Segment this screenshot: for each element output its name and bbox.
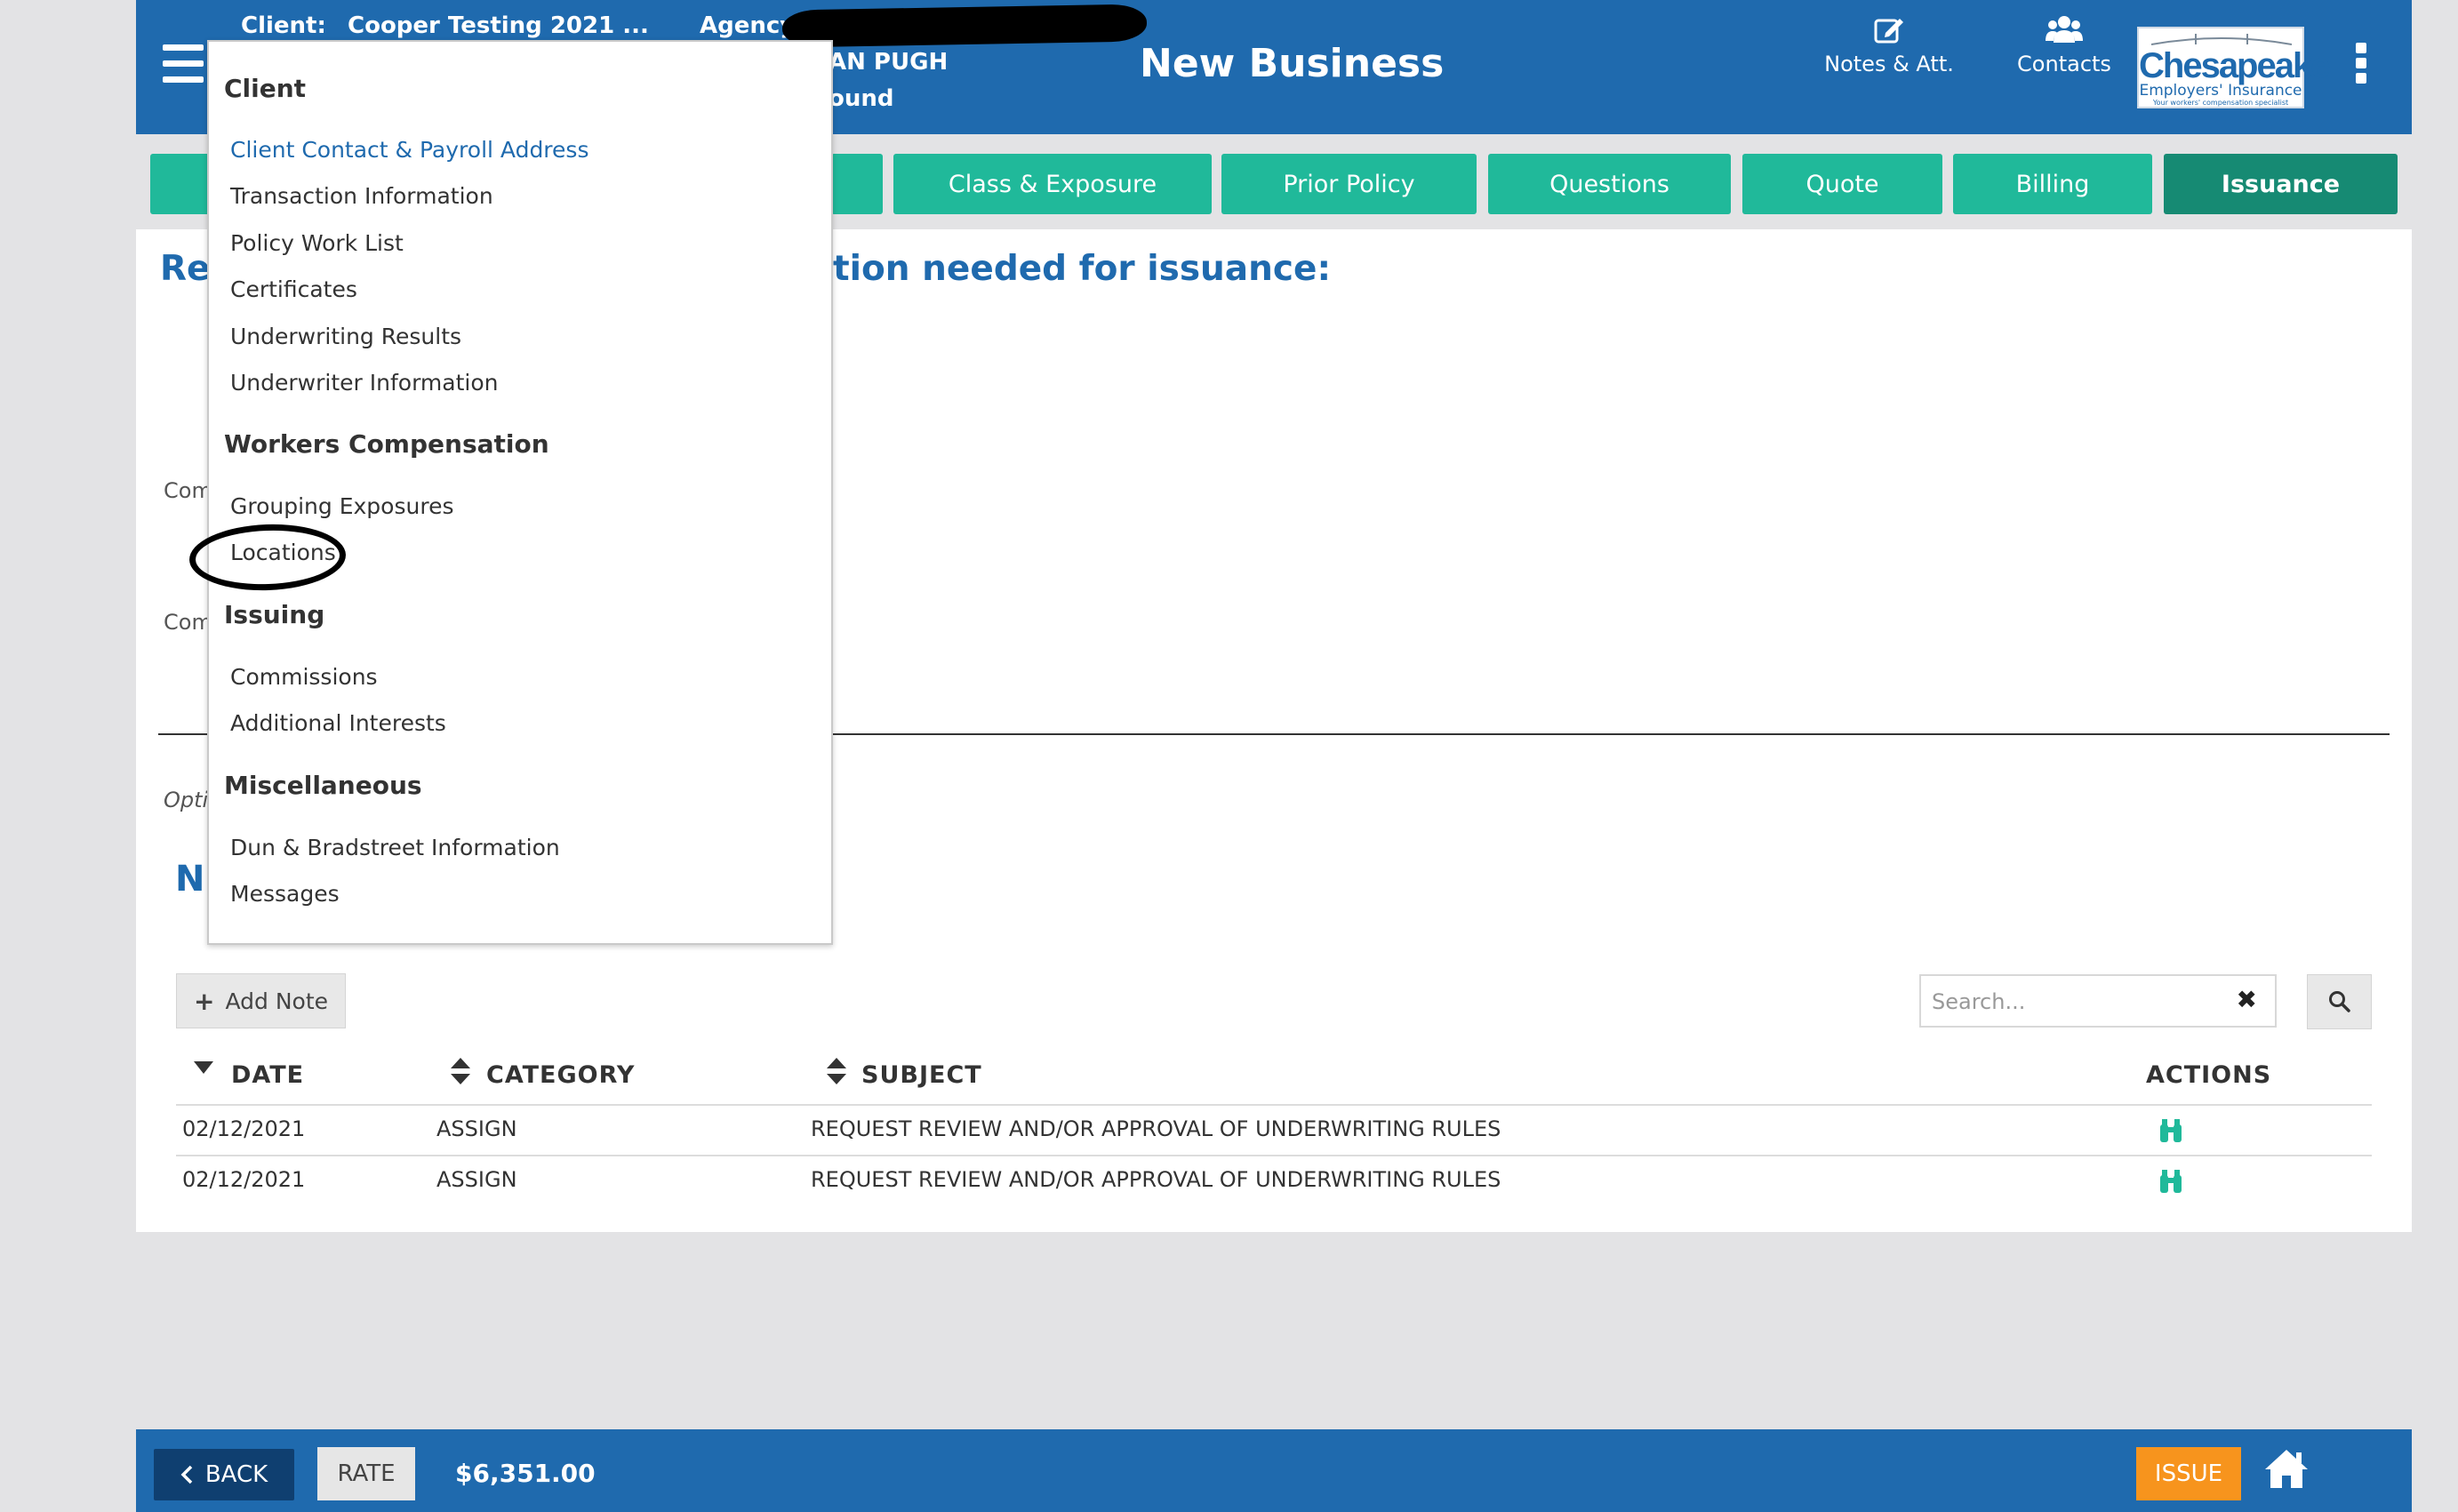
menu-icon[interactable] <box>163 44 204 84</box>
chevron-left-icon <box>180 1465 193 1484</box>
row-date: 02/12/2021 <box>182 1167 306 1192</box>
column-header-actions: ACTIONS <box>2146 1061 2272 1089</box>
menu-heading-client: Client <box>224 74 307 103</box>
add-note-button[interactable]: + Add Note <box>176 973 346 1028</box>
back-label: BACK <box>204 1461 268 1488</box>
close-icon[interactable]: ✖ <box>2237 985 2257 1014</box>
menu-item-underwriter-information[interactable]: Underwriter Information <box>230 370 498 396</box>
menu-item-certificates[interactable]: Certificates <box>230 276 357 302</box>
notes-attachments-button[interactable]: Notes & Att. <box>1822 14 1956 76</box>
binoculars-icon[interactable] <box>2158 1117 2184 1148</box>
row-date: 02/12/2021 <box>182 1116 306 1141</box>
search-input[interactable] <box>1930 983 2218 1020</box>
menu-item-grouping-exposures[interactable]: Grouping Exposures <box>230 493 453 519</box>
search-icon <box>2328 991 2350 1012</box>
menu-item-commissions[interactable]: Commissions <box>230 664 378 690</box>
search-button[interactable] <box>2307 974 2372 1029</box>
table-row-divider <box>176 1155 2372 1156</box>
rate-button[interactable]: RATE <box>317 1447 415 1500</box>
issue-button[interactable]: ISSUE <box>2136 1447 2241 1500</box>
add-note-label: Add Note <box>225 988 328 1014</box>
row-subject: REQUEST REVIEW AND/OR APPROVAL OF UNDERW… <box>811 1116 1501 1141</box>
sort-icon[interactable] <box>451 1058 470 1088</box>
contacts-button[interactable]: Contacts <box>2009 14 2119 76</box>
menu-heading-miscellaneous: Miscellaneous <box>224 771 422 800</box>
tab-questions[interactable]: Questions <box>1488 154 1731 214</box>
menu-item-underwriting-results[interactable]: Underwriting Results <box>230 324 461 349</box>
menu-item-messages[interactable]: Messages <box>230 881 340 907</box>
row-subject: REQUEST REVIEW AND/OR APPROVAL OF UNDERW… <box>811 1167 1501 1192</box>
column-header-category[interactable]: CATEGORY <box>486 1061 635 1089</box>
optional-label-fragment: Opti <box>164 788 209 812</box>
commission-label-fragment-2: Com <box>164 610 212 635</box>
kebab-icon[interactable] <box>2356 43 2366 84</box>
page-title: New Business <box>1140 41 1445 86</box>
binoculars-icon[interactable] <box>2158 1168 2184 1198</box>
tab-class-exposure[interactable]: Class & Exposure <box>893 154 1212 214</box>
contacts-icon <box>2009 14 2119 52</box>
commission-label-fragment: Com <box>164 478 212 503</box>
home-icon[interactable] <box>2262 1447 2310 1492</box>
tab-billing[interactable]: Billing <box>1953 154 2152 214</box>
menu-heading-workers-compensation: Workers Compensation <box>224 429 549 459</box>
menu-heading-issuing: Issuing <box>224 600 325 629</box>
search-box: ✖ <box>1919 974 2277 1028</box>
column-header-date[interactable]: DATE <box>231 1061 304 1089</box>
plus-icon: + <box>194 986 215 1016</box>
sort-icon[interactable] <box>827 1058 846 1088</box>
notes-heading-fragment: N <box>175 859 205 900</box>
client-name[interactable]: Cooper Testing 2021 ... <box>348 12 649 39</box>
tab-quote[interactable]: Quote <box>1742 154 1942 214</box>
back-button[interactable]: BACK <box>154 1449 294 1500</box>
company-logo: Chesapeake Employers' Insurance Your wor… <box>2137 27 2330 108</box>
client-label: Client: <box>241 12 326 39</box>
premium-amount: $6,351.00 <box>455 1459 596 1488</box>
notes-label: Notes & Att. <box>1824 52 1954 76</box>
navigation-dropdown-menu: Client Client Contact & Payroll Address … <box>207 40 833 945</box>
sort-desc-icon[interactable] <box>194 1060 213 1077</box>
redaction-mark <box>781 4 1148 48</box>
contacts-label: Contacts <box>2017 52 2111 76</box>
tab-prior-policy[interactable]: Prior Policy <box>1221 154 1477 214</box>
table-header-divider <box>176 1104 2372 1106</box>
menu-item-dun-bradstreet[interactable]: Dun & Bradstreet Information <box>230 835 560 860</box>
edit-icon <box>1822 14 1956 52</box>
tab-hidden-2[interactable] <box>831 154 883 214</box>
menu-item-transaction-information[interactable]: Transaction Information <box>230 183 493 209</box>
menu-item-client-contact[interactable]: Client Contact & Payroll Address <box>230 137 588 163</box>
bridge-graphic <box>2151 34 2292 45</box>
column-header-subject[interactable]: SUBJECT <box>861 1061 982 1089</box>
row-category: ASSIGN <box>436 1116 517 1141</box>
agency-name-partial: AN PUGH <box>829 49 949 76</box>
menu-item-policy-work-list[interactable]: Policy Work List <box>230 230 404 256</box>
review-heading-right: tion needed for issuance: <box>833 249 1332 289</box>
menu-item-additional-interests[interactable]: Additional Interests <box>230 710 446 736</box>
agency-sub-partial: ound <box>829 85 894 112</box>
tab-issuance[interactable]: Issuance <box>2164 154 2398 214</box>
row-category: ASSIGN <box>436 1167 517 1192</box>
